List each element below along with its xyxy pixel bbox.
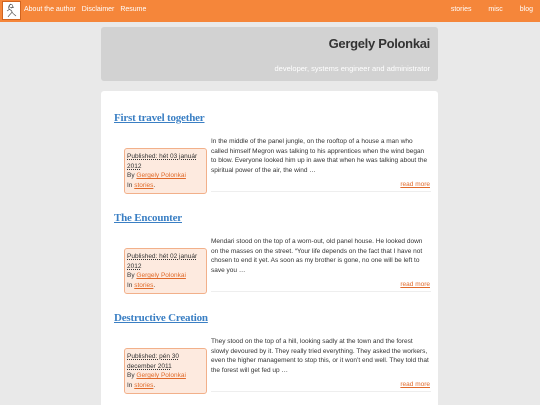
- header-banner: Gergely Polonkai developer, systems engi…: [101, 27, 438, 81]
- author-link[interactable]: Gergely Polonkai: [136, 172, 186, 179]
- category-suffix: .: [153, 181, 156, 189]
- nav-link-disclaimer[interactable]: Disclaimer: [82, 6, 115, 13]
- nav-link-blog[interactable]: blog: [520, 6, 533, 13]
- post-category-line: In stories.: [127, 181, 204, 191]
- post-published-date: Published: hét 03 január 2012: [127, 153, 198, 170]
- post-published-date: Published: hét 02 január 2012: [127, 253, 198, 270]
- read-more-link[interactable]: read more: [400, 181, 430, 188]
- category-link[interactable]: stories: [134, 382, 153, 389]
- nav-link-resume[interactable]: Resume: [120, 6, 146, 13]
- post-category-line: In stories.: [127, 281, 204, 291]
- post-author-line: By Gergely Polonkai: [127, 171, 204, 181]
- post-divider: [211, 191, 431, 192]
- post-title-link[interactable]: Destructive Creation: [114, 312, 208, 324]
- post-published-date: Published: pén 30 december 2011: [127, 353, 180, 370]
- site-tagline: developer, systems engineer and administ…: [274, 64, 430, 73]
- nav-link-stories[interactable]: stories: [451, 6, 472, 13]
- category-link[interactable]: stories: [134, 282, 153, 289]
- post-excerpt: In the middle of the panel jungle, on th…: [211, 138, 428, 174]
- post-meta: Published: pén 30 december 2011 By Gerge…: [124, 348, 207, 394]
- post-title-link[interactable]: First travel together: [114, 112, 205, 124]
- post-meta: Published: hét 02 január 2012 By Gergely…: [124, 248, 207, 294]
- by-label: By: [127, 272, 137, 279]
- nav-link-about[interactable]: About the author: [24, 6, 76, 13]
- category-suffix: .: [153, 381, 156, 389]
- post-divider: [211, 391, 431, 392]
- post-author-line: By Gergely Polonkai: [127, 271, 204, 281]
- post-divider: [211, 291, 431, 292]
- post-list: First travel together Published: hét 03 …: [101, 91, 438, 405]
- author-link[interactable]: Gergely Polonkai: [136, 272, 186, 279]
- site-title[interactable]: Gergely Polonkai: [329, 36, 431, 51]
- post-author-line: By Gergely Polonkai: [127, 371, 204, 381]
- post-excerpt: Mendari stood on the top of a worn-out, …: [211, 238, 423, 274]
- category-suffix: .: [153, 281, 156, 289]
- author-link[interactable]: Gergely Polonkai: [136, 372, 186, 379]
- site-logo-icon[interactable]: [2, 1, 21, 20]
- post-title-link[interactable]: The Encounter: [114, 212, 182, 224]
- post-excerpt: They stood on the top of a hill, looking…: [211, 338, 429, 374]
- top-navbar: About the author Disclaimer Resume stori…: [0, 0, 540, 22]
- category-link[interactable]: stories: [134, 182, 153, 189]
- read-more-link[interactable]: read more: [400, 281, 430, 288]
- nav-right: stories misc blog: [436, 6, 533, 13]
- by-label: By: [127, 172, 137, 179]
- nav-left: About the author Disclaimer Resume: [24, 6, 150, 13]
- by-label: By: [127, 372, 137, 379]
- post-category-line: In stories.: [127, 381, 204, 391]
- read-more-link[interactable]: read more: [400, 381, 430, 388]
- post-meta: Published: hét 03 január 2012 By Gergely…: [124, 148, 207, 194]
- nav-link-misc[interactable]: misc: [488, 6, 502, 13]
